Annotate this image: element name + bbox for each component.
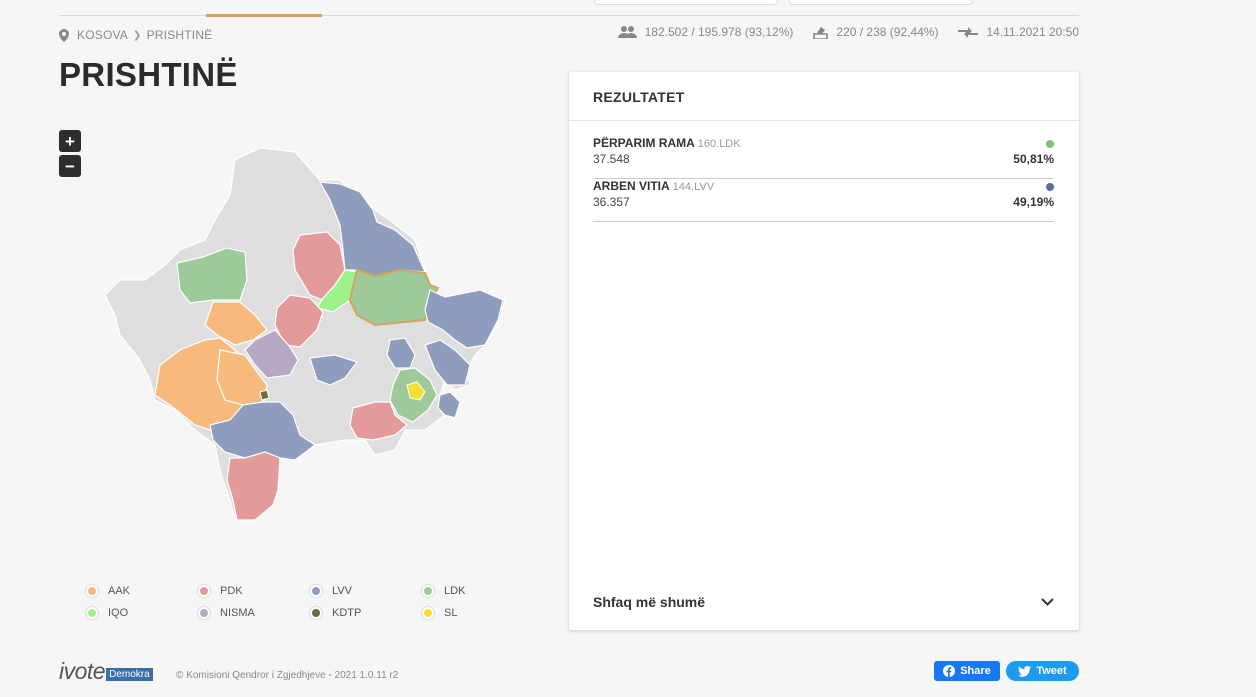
legend-item[interactable]: NISMA <box>198 606 310 619</box>
legend-label: PDK <box>220 584 243 597</box>
tweet-button[interactable]: Tweet <box>1006 661 1079 681</box>
map-legend: AAK PDK LVV LDK IQO NISMA KDTP SL <box>86 584 506 619</box>
chevron-right-icon: ❯ <box>133 29 142 41</box>
logo-text: ivote <box>59 658 106 684</box>
compare-arrows-icon <box>958 26 979 38</box>
candidate-votes: 36.357 <box>593 195 630 209</box>
legend-color-dot <box>198 606 210 619</box>
candidate-name: PËRPARIM RAMA 160.LDK <box>593 136 741 150</box>
facebook-share-button[interactable]: Share <box>934 661 1000 681</box>
candidate-color-dot <box>1046 140 1054 148</box>
twitter-bird-icon <box>1018 665 1032 677</box>
share-label: Share <box>960 665 991 677</box>
map-region-pdk-south[interactable] <box>226 451 281 521</box>
candidate-votes: 37.548 <box>593 152 630 166</box>
page-title: PRISHTINË <box>59 56 238 93</box>
results-panel: REZULTATET PËRPARIM RAMA 160.LDK 37.548 5… <box>569 72 1079 630</box>
legend-item[interactable]: PDK <box>198 584 310 597</box>
updated-stat: 14.11.2021 20:50 <box>958 25 1079 39</box>
stats-bar: 182.502 / 195.978 (93,12%) 220 / 238 (92… <box>598 25 1079 39</box>
location-pin-icon <box>59 28 69 42</box>
legend-item[interactable]: AAK <box>86 584 198 597</box>
ballot-box-icon <box>813 26 829 39</box>
legend-label: NISMA <box>220 606 255 619</box>
candidate-color-dot <box>1046 183 1054 191</box>
map-region-prishtine-ldk[interactable] <box>348 268 440 327</box>
zoom-out-button[interactable]: − <box>59 155 81 177</box>
logo-badge: Demokra <box>106 668 153 681</box>
legend-label: SL <box>444 606 458 619</box>
candidate-row[interactable]: PËRPARIM RAMA 160.LDK 37.548 50,81% <box>593 136 1054 179</box>
breadcrumb-municipality[interactable]: PRISHTINË <box>147 28 213 42</box>
legend-label: LDK <box>444 584 466 597</box>
filter-dropdown-1[interactable] <box>594 0 778 5</box>
legend-label: KDTP <box>332 606 362 619</box>
legend-color-dot <box>86 606 98 619</box>
legend-color-dot <box>86 584 98 597</box>
filter-dropdown-2[interactable] <box>789 0 973 5</box>
legend-color-dot <box>310 606 322 619</box>
candidate-name: ARBEN VITIA 144.LVV <box>593 179 715 193</box>
legend-label: LVV <box>332 584 352 597</box>
candidate-percent: 49,19% <box>1013 195 1054 209</box>
voters-stat: 182.502 / 195.978 (93,12%) <box>617 25 794 39</box>
kosovo-map[interactable] <box>95 140 515 530</box>
top-navigation <box>59 0 1079 17</box>
stations-value: 220 / 238 (92,44%) <box>836 25 939 39</box>
chevron-down-icon <box>1041 598 1054 606</box>
show-more-label: Shfaq më shumë <box>593 594 706 610</box>
legend-item[interactable]: IQO <box>86 606 198 619</box>
active-tab-indicator <box>206 14 322 17</box>
candidates-list: PËRPARIM RAMA 160.LDK 37.548 50,81% ARBEN… <box>569 121 1079 222</box>
voters-value: 182.502 / 195.978 (93,12%) <box>644 25 794 39</box>
legend-label: AAK <box>108 584 131 597</box>
candidate-party: 160.LDK <box>697 138 741 150</box>
show-more-button[interactable]: Shfaq më shumë <box>593 594 1054 610</box>
results-title: REZULTATET <box>569 72 1079 121</box>
map-region-kdtp[interactable] <box>259 389 270 401</box>
candidate-row[interactable]: ARBEN VITIA 144.LVV 36.357 49,19% <box>593 179 1054 222</box>
updated-value: 14.11.2021 20:50 <box>986 25 1079 39</box>
candidate-party: 144.LVV <box>672 181 715 193</box>
legend-item[interactable]: SL <box>422 606 534 619</box>
legend-item[interactable]: LVV <box>310 584 422 597</box>
breadcrumb-country[interactable]: KOSOVA <box>77 28 128 42</box>
legend-item[interactable]: LDK <box>422 584 534 597</box>
people-icon <box>617 26 637 38</box>
facebook-icon <box>943 665 956 677</box>
legend-color-dot <box>310 584 322 597</box>
zoom-in-button[interactable]: + <box>59 130 81 152</box>
legend-color-dot <box>422 606 434 619</box>
candidate-percent: 50,81% <box>1013 152 1054 166</box>
tweet-label: Tweet <box>1036 665 1067 677</box>
legend-color-dot <box>198 584 210 597</box>
copyright-text: © Komisioni Qendror i Zgjedhjeve - 2021 … <box>176 670 399 681</box>
stations-stat: 220 / 238 (92,44%) <box>813 25 938 39</box>
legend-color-dot <box>422 584 434 597</box>
legend-item[interactable]: KDTP <box>310 606 422 619</box>
legend-label: IQO <box>108 606 129 619</box>
ivote-logo[interactable]: ivote Demokra <box>59 660 153 683</box>
breadcrumb: KOSOVA ❯ PRISHTINË <box>59 27 212 43</box>
